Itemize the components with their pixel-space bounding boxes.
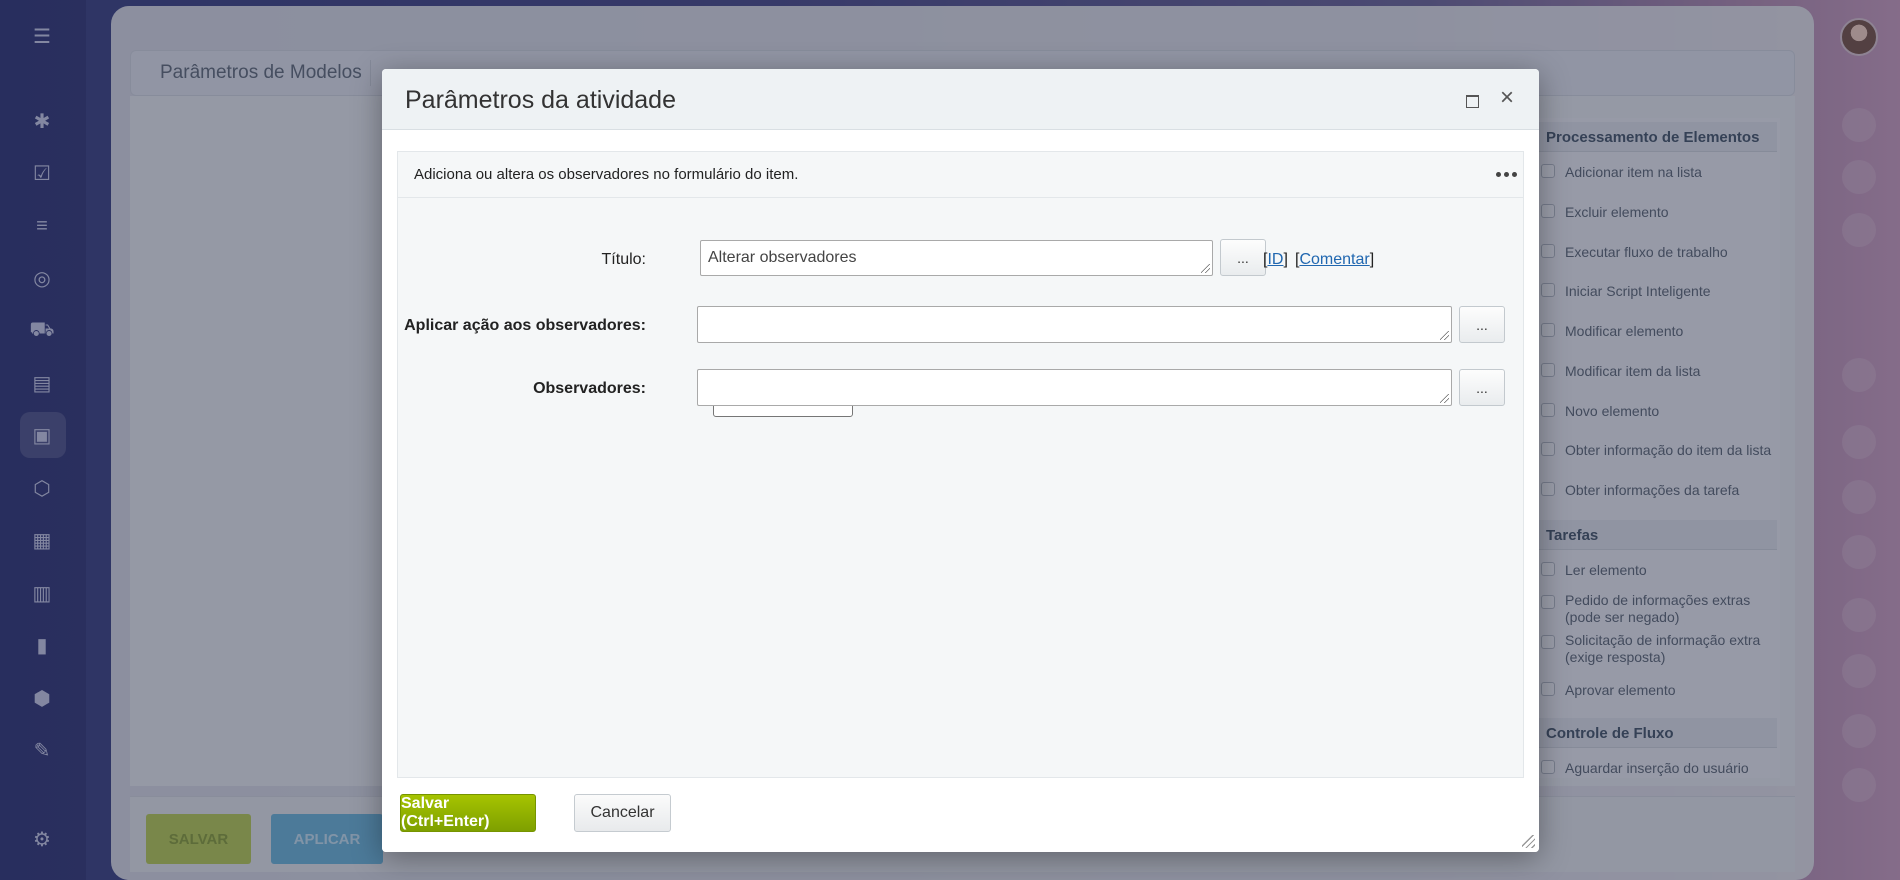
resize-grip-icon[interactable]: [1201, 264, 1210, 273]
resize-grip-icon[interactable]: [1440, 331, 1449, 340]
comment-link[interactable]: Comentar: [1299, 251, 1369, 268]
more-options-icon[interactable]: [1491, 161, 1521, 187]
comment-link-wrapper: [Comentar]: [1295, 251, 1375, 268]
apply-observers-input[interactable]: [697, 306, 1452, 343]
title-label: Título:: [601, 251, 646, 268]
title-input[interactable]: Alterar observadores: [700, 240, 1213, 276]
observers-dots-button[interactable]: ...: [1459, 369, 1505, 406]
dialog-body: Adiciona ou altera os observadores no fo…: [397, 151, 1524, 778]
title-dots-button[interactable]: ...: [1220, 239, 1266, 276]
title-input-value: Alterar observadores: [708, 249, 857, 266]
id-link-wrapper: [ID]: [1263, 251, 1288, 268]
dialog-footer: [382, 778, 1539, 852]
activity-parameters-dialog: Parâmetros da atividade × Adiciona ou al…: [382, 69, 1539, 852]
description-bar: Adiciona ou altera os observadores no fo…: [398, 152, 1523, 198]
dialog-resize-grip-icon[interactable]: [1522, 835, 1535, 848]
observers-label: Observadores:: [533, 380, 646, 397]
id-link[interactable]: ID: [1267, 251, 1283, 268]
maximize-icon[interactable]: [1462, 90, 1482, 110]
cancel-button[interactable]: Cancelar: [574, 794, 671, 832]
resize-grip-icon[interactable]: [1440, 394, 1449, 403]
apply-observers-dots-button[interactable]: ...: [1459, 306, 1505, 343]
observers-input[interactable]: [697, 369, 1452, 406]
activity-description: Adiciona ou altera os observadores no fo…: [414, 166, 799, 183]
save-button[interactable]: Salvar (Ctrl+Enter): [400, 794, 536, 832]
dialog-title: Parâmetros da atividade: [405, 86, 676, 114]
close-icon[interactable]: ×: [1495, 86, 1519, 110]
dialog-header: Parâmetros da atividade ×: [382, 69, 1539, 130]
apply-action-label: Aplicar ação aos observadores:: [404, 317, 646, 334]
